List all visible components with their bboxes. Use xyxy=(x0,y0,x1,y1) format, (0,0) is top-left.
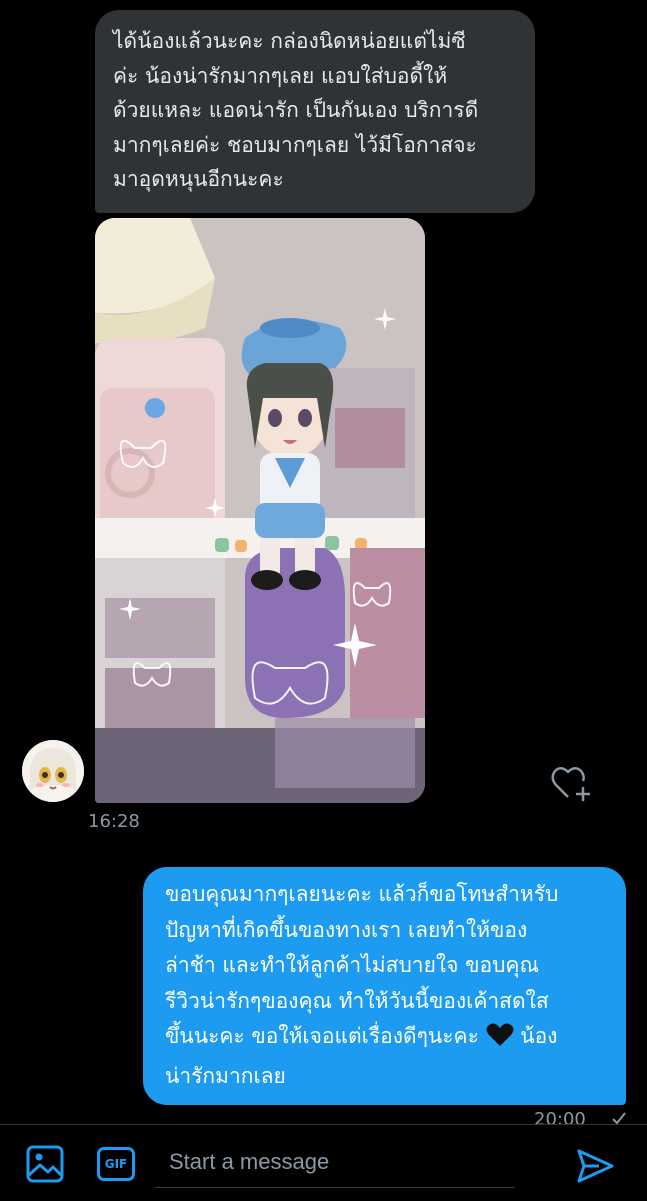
avatar-image xyxy=(22,740,84,802)
image-icon[interactable] xyxy=(26,1145,64,1183)
heart-plus-icon[interactable] xyxy=(550,763,594,803)
incoming-message-line: ได้น้องแล้วนะคะ กล่องนิดหน่อยแต่ไม่ซี xyxy=(113,29,466,53)
outgoing-message-line: ล่าช้า และทำให้ลูกค้าไม่สบายใจ ขอบคุณ xyxy=(165,953,539,977)
incoming-message-line: ค่ะ น้องน่ารักมากๆเลย แอบใส่บอดี้ให้ xyxy=(113,63,448,88)
outgoing-message-line: ขอบคุณมากๆเลยนะคะ แล้วก็ขอโทษสำหรับ xyxy=(165,882,559,906)
incoming-timestamp: 16:28 xyxy=(88,811,140,832)
outgoing-message-line: น่ารักมากเลย xyxy=(165,1063,286,1088)
incoming-message-bubble[interactable]: ได้น้องแล้วนะคะ กล่องนิดหน่อยแต่ไม่ซี ค่… xyxy=(95,10,535,213)
outgoing-message-line: รีวิวน่ารักๆของคุณ ทำให้วันนี้ของเค้าสดใ… xyxy=(165,988,549,1013)
attached-photo[interactable] xyxy=(95,218,425,803)
incoming-message-line: มาอุดหนุนอีกนะคะ xyxy=(113,167,284,191)
outgoing-message-text: ขึ้นนะคะ ขอให้เจอแต่เรื่องดีๆนะคะ xyxy=(165,1024,479,1048)
outgoing-message-text: น้อง xyxy=(520,1024,558,1048)
message-input[interactable] xyxy=(155,1136,515,1188)
incoming-message-line: ด้วยแหละ แอดน่ารัก เป็นกันเอง บริการดี xyxy=(113,98,479,122)
send-icon[interactable] xyxy=(575,1146,615,1186)
outgoing-message-bubble[interactable]: ขอบคุณมากๆเลยนะคะ แล้วก็ขอโทษสำหรับ ปัญห… xyxy=(143,867,626,1105)
incoming-message-line: มากๆเลยค่ะ ชอบมากๆเลย ไว้มีโอกาสจะ xyxy=(113,132,477,157)
doll-photo-illustration xyxy=(95,218,425,803)
outgoing-message-line-with-emoji: ขึ้นนะคะ ขอให้เจอแต่เรื่องดีๆนะคะ น้อง xyxy=(165,1019,604,1059)
outgoing-message-line: ปัญหาที่เกิดขึ้นของทางเรา เลยทำให้ของ xyxy=(165,917,528,942)
avatar[interactable] xyxy=(22,740,84,802)
checkmark-icon xyxy=(612,1112,626,1124)
black-heart-icon xyxy=(486,1023,514,1059)
gif-icon[interactable]: GIF xyxy=(97,1147,135,1181)
